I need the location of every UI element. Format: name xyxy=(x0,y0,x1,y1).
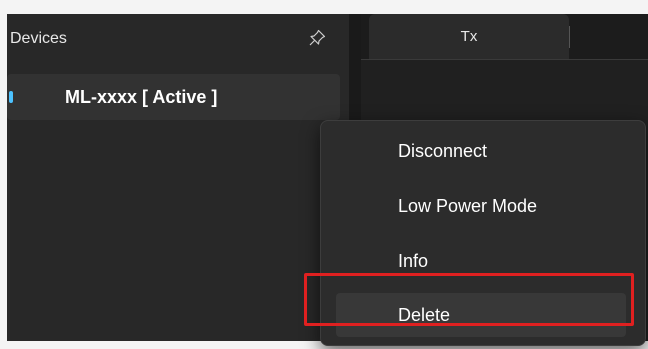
tab-divider xyxy=(569,26,570,48)
menu-item-low-power-mode-label: Low Power Mode xyxy=(398,196,538,216)
menu-item-low-power-mode[interactable]: Low Power Mode xyxy=(336,184,626,228)
device-list-item[interactable]: ML-xxxx [ Active ] xyxy=(7,74,340,120)
device-context-menu: Disconnect Low Power Mode Info Delete xyxy=(320,120,646,346)
tab-tx-label: Tx xyxy=(460,28,478,45)
menu-item-disconnect[interactable]: Disconnect xyxy=(336,129,626,173)
menu-item-delete[interactable]: Delete xyxy=(336,293,626,337)
menu-item-delete-label: Delete xyxy=(398,305,451,325)
pin-icon[interactable] xyxy=(306,27,328,49)
menu-item-disconnect-label: Disconnect xyxy=(398,141,488,161)
tab-strip: Tx xyxy=(361,14,648,60)
menu-item-info[interactable]: Info xyxy=(336,239,626,283)
tab-content-divider xyxy=(361,59,648,60)
device-label: ML-xxxx [ Active ] xyxy=(65,87,218,107)
active-indicator xyxy=(9,91,13,103)
app-window: Devices ML-xxxx [ Active ] Tx Disconnect… xyxy=(7,14,648,346)
menu-item-info-label: Info xyxy=(398,251,429,271)
devices-panel-title: Devices xyxy=(10,30,67,47)
devices-panel: Devices ML-xxxx [ Active ] xyxy=(7,14,349,341)
tab-tx[interactable]: Tx xyxy=(369,14,569,60)
